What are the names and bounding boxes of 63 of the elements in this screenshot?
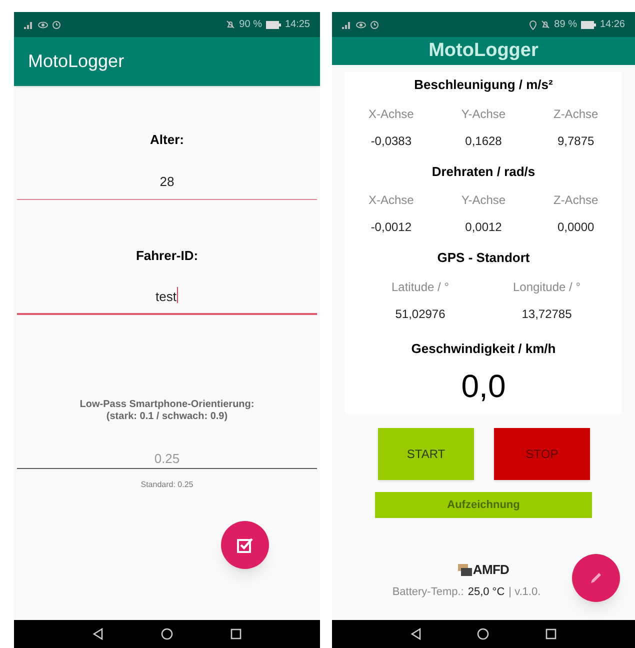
eye-icon — [38, 20, 48, 28]
section-title: Drehraten / rad/s — [430, 162, 536, 180]
battery-temp-value: 25,0 °C — [468, 584, 505, 600]
sensor-value: 51,02976 — [394, 306, 446, 322]
setting-label: Low-Pass Smartphone-Orientierung: (stark: 0.1 / schwach: 0.9) — [78, 399, 256, 423]
column-label: Longitude / ° — [512, 278, 582, 296]
alarm-icon — [370, 20, 379, 29]
save-button[interactable] — [221, 521, 269, 569]
home-icon[interactable] — [160, 628, 173, 640]
version-text: | v.1.0. — [508, 584, 542, 600]
sensor-value: -0,0383 — [370, 132, 413, 150]
sensor-value: 9,7875 — [556, 132, 596, 150]
battery-icon — [266, 20, 281, 28]
signal-icon — [342, 20, 352, 28]
edit-button[interactable] — [572, 554, 620, 602]
back-icon[interactable] — [410, 628, 422, 640]
battery-icon — [580, 20, 596, 28]
battery-temp-label: Battery-Temp.: — [392, 584, 464, 600]
signal-icon — [24, 20, 34, 28]
column-label: Z-Achse — [552, 106, 600, 122]
column-label: Y-Achse — [460, 106, 507, 122]
clock-time: 14:25 — [284, 18, 310, 32]
column-label: Y-Achse — [460, 192, 507, 209]
section-title: Beschleunigung / m/s² — [413, 76, 554, 94]
logo-icon — [458, 564, 472, 576]
app-title: MotoLogger — [28, 50, 124, 73]
checkbox-icon — [237, 537, 253, 553]
recents-icon[interactable] — [545, 628, 558, 640]
start-button[interactable]: START — [378, 428, 474, 480]
field-label: Alter: — [149, 131, 185, 149]
eye-icon — [356, 20, 366, 28]
logo-text: AMFD — [472, 561, 510, 579]
sensor-value: 0,1628 — [464, 132, 503, 150]
sensor-value: -0,0012 — [370, 219, 413, 236]
input-field[interactable]: 28 — [17, 172, 317, 200]
column-label: X-Achse — [367, 192, 415, 209]
battery-level: 90 % — [239, 18, 262, 32]
field-label: Fahrer-ID: — [134, 246, 200, 264]
text-cursor — [177, 287, 178, 303]
helper-text: Standard: 0.25 — [140, 479, 194, 491]
home-icon[interactable] — [477, 628, 490, 640]
section-title: Geschwindigkeit / km/h — [410, 340, 557, 358]
column-label: X-Achse — [367, 106, 415, 122]
bell-off-icon — [226, 20, 236, 29]
pencil-icon — [589, 571, 603, 585]
alarm-icon — [52, 20, 61, 29]
recording-indicator: Aufzeichnung — [375, 492, 592, 518]
recents-icon[interactable] — [230, 628, 242, 640]
column-label: Latitude / ° — [390, 278, 450, 296]
input-field[interactable]: test — [17, 287, 317, 315]
sensor-value: 13,72785 — [520, 306, 573, 322]
app-title: MotoLogger — [428, 38, 538, 63]
bell-off-icon — [541, 20, 550, 29]
section-title: GPS - Standort — [436, 249, 531, 267]
speed-value: 0,0 — [460, 367, 507, 406]
battery-level: 89 % — [554, 18, 577, 32]
column-label: Z-Achse — [552, 192, 600, 209]
input-field[interactable]: 0.25 — [17, 449, 317, 469]
sensor-value: 0,0012 — [464, 219, 503, 236]
clock-time: 14:26 — [600, 18, 625, 32]
back-icon[interactable] — [92, 628, 104, 640]
location-icon — [529, 20, 538, 30]
sensor-value: 0,0000 — [556, 219, 596, 236]
